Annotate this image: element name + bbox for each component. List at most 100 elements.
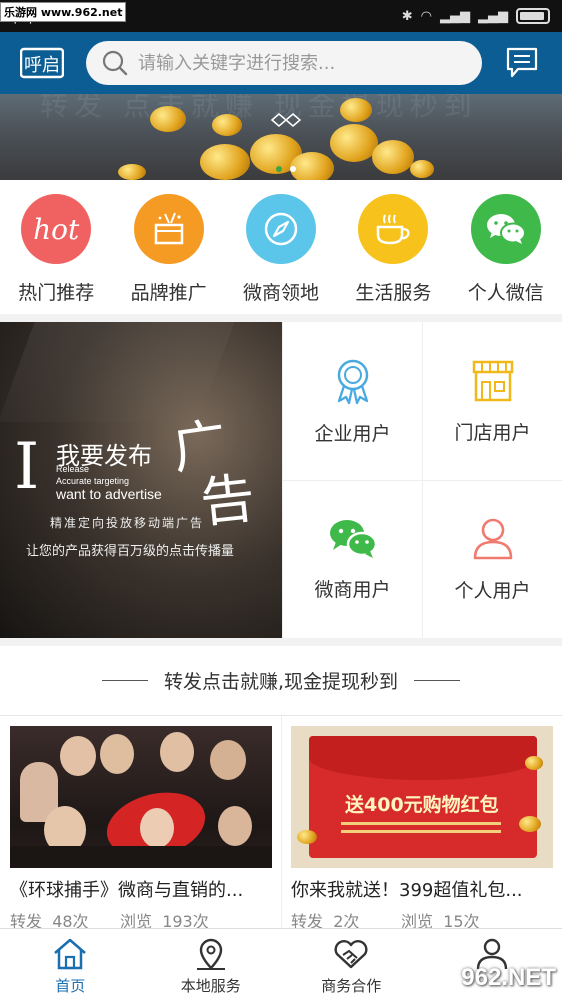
user-type-label: 门店用户 [454, 421, 531, 444]
ad-user-section: I 我要发布 广 告 Release Accurate targeting wa… [0, 322, 562, 638]
coin-image [340, 98, 372, 122]
carousel-dot-active [276, 166, 282, 172]
person-figure [210, 740, 246, 780]
wechat-icon [329, 519, 377, 558]
carousel-dot [290, 166, 296, 172]
advertise-banner[interactable]: I 我要发布 广 告 Release Accurate targeting wa… [0, 322, 282, 638]
app-header: 呼启 [0, 32, 562, 94]
red-envelope-photo[interactable]: 送400元购物红包 [291, 726, 553, 868]
ad-tagline: 让您的产品获得百万级的点击传播量 [26, 544, 235, 559]
coin-image [200, 144, 250, 180]
article-card[interactable]: 送400元购物红包 你来我就送！399超值礼包... 转发 2次 浏览 15次 [291, 726, 553, 932]
ad-subtitle: 精准定向投放移动端广告 [50, 516, 205, 530]
nav-business[interactable]: 商务合作 [281, 929, 422, 1000]
title-divider-right [414, 680, 461, 681]
coin-image [519, 816, 541, 832]
user-type-label: 微商用户 [314, 578, 391, 601]
user-type-wechat[interactable]: 微商用户 [282, 480, 422, 638]
logo-icon: 呼启 [20, 47, 64, 79]
coin-image [118, 164, 146, 180]
message-button[interactable] [502, 43, 542, 83]
envelope-text: 送400元购物红包 [345, 794, 499, 816]
coin-image [297, 830, 317, 844]
celebrity-group-photo[interactable] [10, 726, 272, 868]
category-label: 微商领地 [242, 282, 319, 304]
coin-image [212, 114, 242, 136]
home-icon [54, 938, 87, 970]
title-divider-left [101, 680, 148, 681]
section-title-text: 转发点击就赚,现金提现秒到 [163, 671, 399, 693]
person-figure [218, 806, 252, 846]
ad-en-release: Release [56, 464, 90, 474]
category-brand[interactable]: 品牌推广 [112, 180, 224, 314]
battery-icon [516, 8, 550, 24]
compass-icon [245, 194, 316, 264]
article-title[interactable]: 你来我就送！399超值礼包... [291, 876, 553, 902]
envelope-line [341, 830, 501, 833]
coffee-cup-icon [358, 194, 429, 264]
article-title[interactable]: 《环球捕手》微商与直销的... [10, 876, 272, 902]
watermark-top: 乐游网 www.962.net [0, 2, 127, 22]
person-figure [160, 732, 194, 772]
user-type-store[interactable]: 门店用户 [422, 322, 562, 480]
coin-image [330, 124, 378, 162]
person-figure [140, 808, 174, 848]
image-shadow [10, 846, 272, 868]
bluetooth-icon: ✱ [401, 8, 413, 24]
person-icon [473, 518, 512, 559]
article-card[interactable]: 《环球捕手》微商与直销的... 转发 48次 浏览 193次 [10, 726, 272, 932]
signal-icon: ▂▄▆ [440, 8, 470, 24]
app-logo[interactable]: 呼启 [20, 43, 64, 83]
feed-divider [281, 716, 282, 928]
search-input[interactable] [138, 52, 458, 74]
nav-label: 本地服务 [180, 977, 241, 995]
map-pin-icon [196, 938, 225, 970]
svg-text:呼启: 呼启 [24, 55, 60, 76]
category-personal-wechat[interactable]: 个人微信 [450, 180, 562, 314]
user-type-enterprise[interactable]: 企业用户 [282, 322, 422, 480]
nav-local-service[interactable]: 本地服务 [141, 929, 282, 1000]
category-label: 个人微信 [467, 282, 544, 304]
storefront-icon [472, 360, 513, 401]
person-figure [100, 734, 134, 774]
ad-en-targeting: Accurate targeting [56, 476, 130, 486]
wechat-icon [470, 194, 541, 264]
ad-en-advertise: want to advertise [56, 486, 162, 502]
envelope-flap [309, 736, 537, 780]
handshake-icon [334, 940, 368, 969]
coin-image [525, 756, 543, 770]
section-title: 转发点击就赚,现金提现秒到 [0, 646, 562, 716]
category-label: 品牌推广 [130, 282, 207, 304]
nav-label: 首页 [55, 977, 86, 995]
diamond-logo-icon [270, 113, 302, 127]
category-label: 生活服务 [355, 282, 432, 304]
category-hot[interactable]: hot 热门推荐 [0, 180, 112, 314]
ad-big-i: I [14, 430, 40, 504]
watermark-bottom-right: 962.NET [461, 964, 556, 991]
ad-char-gao: 告 [197, 466, 258, 535]
category-wechat-biz[interactable]: 微商领地 [225, 180, 337, 314]
banner-faded-text: 转发 点击就赚 现金提现秒到 [40, 94, 478, 122]
envelope-line [341, 822, 501, 825]
award-ribbon-icon [337, 359, 368, 404]
signal-icon-2: ▂▄▆ [478, 8, 508, 24]
status-icons: ✱ ◠ ▂▄▆ ▂▄▆ [402, 8, 550, 24]
wifi-icon: ◠ [420, 8, 432, 24]
coin-image [410, 160, 434, 178]
user-type-label: 个人用户 [454, 579, 531, 602]
article-feed: 《环球捕手》微商与直销的... 转发 48次 浏览 193次 送400元购物红包… [0, 716, 562, 931]
promo-banner[interactable]: 转发 点击就赚 现金提现秒到 [0, 94, 562, 180]
search-bar[interactable] [86, 41, 482, 85]
person-figure [60, 736, 96, 776]
nav-home[interactable]: 首页 [0, 929, 141, 1000]
hot-icon: hot [21, 194, 92, 264]
coin-image [150, 106, 186, 132]
user-type-label: 企业用户 [314, 422, 391, 445]
user-type-personal[interactable]: 个人用户 [422, 480, 562, 638]
search-icon [102, 50, 128, 76]
coin-image [290, 152, 334, 180]
category-label: 热门推荐 [18, 282, 95, 304]
category-row: hot 热门推荐 品牌推广 微商领地 生活服务 个人微信 [0, 180, 562, 314]
category-life-service[interactable]: 生活服务 [337, 180, 449, 314]
carousel-dots [276, 166, 296, 172]
